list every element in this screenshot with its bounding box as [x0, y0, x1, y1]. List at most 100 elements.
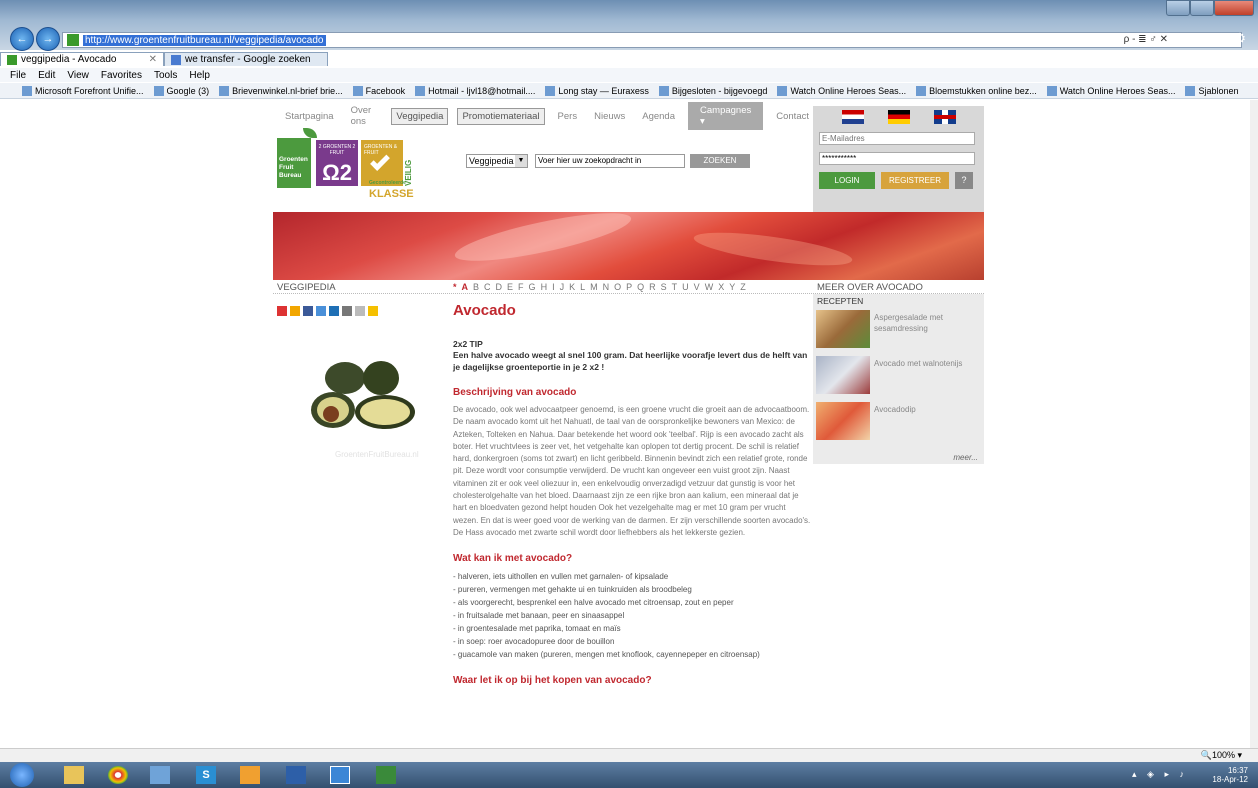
forward-button[interactable]: →	[36, 27, 60, 51]
email-icon[interactable]	[355, 306, 365, 316]
german-flag-icon[interactable]	[887, 110, 910, 124]
word-icon[interactable]	[286, 766, 306, 784]
recipe-item[interactable]: Avocado met walnotenijs	[816, 356, 981, 396]
vertical-scrollbar[interactable]	[1250, 100, 1258, 748]
recipe-name[interactable]: Avocadodip	[874, 404, 980, 415]
menu-help[interactable]: Help	[189, 70, 210, 81]
section-veggipedia[interactable]: VEGGIPEDIA	[277, 282, 336, 293]
recipe-name[interactable]: Aspergesalade met sesamdressing	[874, 312, 980, 334]
nav-over-ons[interactable]: Over ons	[347, 103, 383, 129]
letter-link[interactable]: D	[496, 282, 503, 292]
letter-link[interactable]: J	[560, 282, 565, 292]
star-icon[interactable]	[368, 306, 378, 316]
dropdown-arrow-icon[interactable]: ▼	[515, 155, 527, 167]
linkedin-icon[interactable]	[329, 306, 339, 316]
dutch-flag-icon[interactable]	[841, 110, 864, 124]
letter-link[interactable]: Y	[729, 282, 735, 292]
system-tray-icons[interactable]: ▴ ◈ ▸ ♪	[1132, 769, 1188, 780]
email-field[interactable]	[819, 132, 975, 145]
menu-favorites[interactable]: Favorites	[101, 70, 142, 81]
letter-link[interactable]: H	[541, 282, 548, 292]
letter-link[interactable]: B	[473, 282, 479, 292]
letter-link[interactable]: V	[694, 282, 700, 292]
letter-link[interactable]: X	[718, 282, 724, 292]
menu-tools[interactable]: Tools	[154, 70, 177, 81]
nav-pers[interactable]: Pers	[554, 109, 582, 124]
menu-edit[interactable]: Edit	[38, 70, 55, 81]
search-button[interactable]: ZOEKEN	[690, 154, 750, 168]
recipe-item[interactable]: Aspergesalade met sesamdressing	[816, 310, 981, 350]
toolbar-icons[interactable]: ⌂★⚙	[1200, 30, 1252, 47]
nav-promotiemateriaal[interactable]: Promotiemateriaal	[457, 107, 545, 125]
minimize-button[interactable]	[1166, 0, 1190, 16]
letter-link[interactable]: N	[603, 282, 610, 292]
more-recipes-link[interactable]: meer...	[953, 453, 978, 462]
favorite-item[interactable]: Long stay — Euraxess	[545, 85, 649, 96]
letter-link[interactable]: F	[518, 282, 524, 292]
recipe-thumbnail[interactable]	[816, 356, 870, 394]
nav-startpagina[interactable]: Startpagina	[281, 109, 338, 124]
recipe-item[interactable]: Avocadodip	[816, 402, 981, 442]
twitter-icon[interactable]	[316, 306, 326, 316]
address-tools[interactable]: ρ - ≣ ♂ ✕	[1124, 34, 1168, 45]
favorite-item[interactable]: Watch Online Heroes Seas...	[777, 85, 906, 96]
letter-link[interactable]: M	[590, 282, 598, 292]
letter-link[interactable]: W	[705, 282, 714, 292]
menu-file[interactable]: File	[10, 70, 26, 81]
zoom-level[interactable]: 🔍100% ▾	[1201, 750, 1242, 761]
letter-link[interactable]: U	[682, 282, 689, 292]
internet-explorer-icon[interactable]	[330, 766, 350, 784]
register-button[interactable]: REGISTREER	[881, 172, 949, 189]
letter-link[interactable]: C	[484, 282, 491, 292]
nav-contact[interactable]: Contact	[772, 109, 813, 124]
tab-veggipedia[interactable]: veggipedia - Avocado ✕	[0, 52, 164, 66]
login-button[interactable]: LOGIN	[819, 172, 875, 189]
letter-link[interactable]: A	[462, 282, 469, 292]
uk-flag-icon[interactable]	[933, 110, 956, 124]
letter-link[interactable]: *	[453, 282, 457, 292]
nav-campagnes[interactable]: Campagnes ▾	[688, 102, 764, 130]
favorite-item[interactable]: Microsoft Forefront Unifie...	[22, 85, 144, 96]
password-field[interactable]	[819, 152, 975, 165]
letter-link[interactable]: P	[626, 282, 632, 292]
favorite-item[interactable]: Brievenwinkel.nl-brief brie...	[219, 85, 343, 96]
facebook-icon[interactable]	[303, 306, 313, 316]
chrome-icon[interactable]	[108, 766, 128, 784]
favorite-item[interactable]: Bloemstukken online bez...	[916, 85, 1037, 96]
letter-link[interactable]: T	[672, 282, 678, 292]
tab-close-icon[interactable]: ✕	[149, 54, 157, 65]
address-url[interactable]: http://www.groentenfruitbureau.nl/veggip…	[83, 34, 326, 46]
file-explorer-icon[interactable]	[64, 766, 84, 784]
favorite-item[interactable]: Bijgesloten - bijgevoegd	[658, 85, 767, 96]
letter-link[interactable]: S	[661, 282, 667, 292]
clock[interactable]: 16:37 18-Apr-12	[1212, 766, 1248, 784]
skype-icon[interactable]: S	[196, 766, 216, 784]
nav-nieuws[interactable]: Nieuws	[590, 109, 629, 124]
letter-link[interactable]: E	[507, 282, 513, 292]
tab-wetransfer[interactable]: we transfer - Google zoeken	[164, 52, 328, 66]
letter-link[interactable]: O	[614, 282, 621, 292]
back-button[interactable]: ←	[10, 27, 34, 51]
folder-icon[interactable]	[150, 766, 170, 784]
letter-link[interactable]: G	[529, 282, 536, 292]
letter-link[interactable]: L	[580, 282, 585, 292]
maximize-button[interactable]	[1190, 0, 1214, 16]
close-window-button[interactable]	[1214, 0, 1254, 16]
rss-icon[interactable]	[290, 306, 300, 316]
add-icon[interactable]	[277, 306, 287, 316]
outlook-icon[interactable]	[240, 766, 260, 784]
start-button[interactable]	[10, 763, 34, 787]
favorite-item[interactable]: Watch Online Heroes Seas...	[1046, 85, 1175, 96]
help-button[interactable]: ?	[955, 172, 973, 189]
favorite-item[interactable]: Google (3)	[153, 85, 209, 96]
address-bar[interactable]: http://www.groentenfruitbureau.nl/veggip…	[62, 32, 1242, 48]
letter-link[interactable]: K	[569, 282, 575, 292]
letter-link[interactable]: Z	[740, 282, 746, 292]
print-icon[interactable]	[342, 306, 352, 316]
letter-link[interactable]: R	[649, 282, 656, 292]
gfb-logo[interactable]: Groenten Fruit Bureau	[277, 138, 311, 188]
recipe-thumbnail[interactable]	[816, 310, 870, 348]
search-input[interactable]: Voer hier uw zoekopdracht in	[535, 154, 685, 168]
excel-icon[interactable]	[376, 766, 396, 784]
nav-agenda[interactable]: Agenda	[638, 109, 679, 124]
